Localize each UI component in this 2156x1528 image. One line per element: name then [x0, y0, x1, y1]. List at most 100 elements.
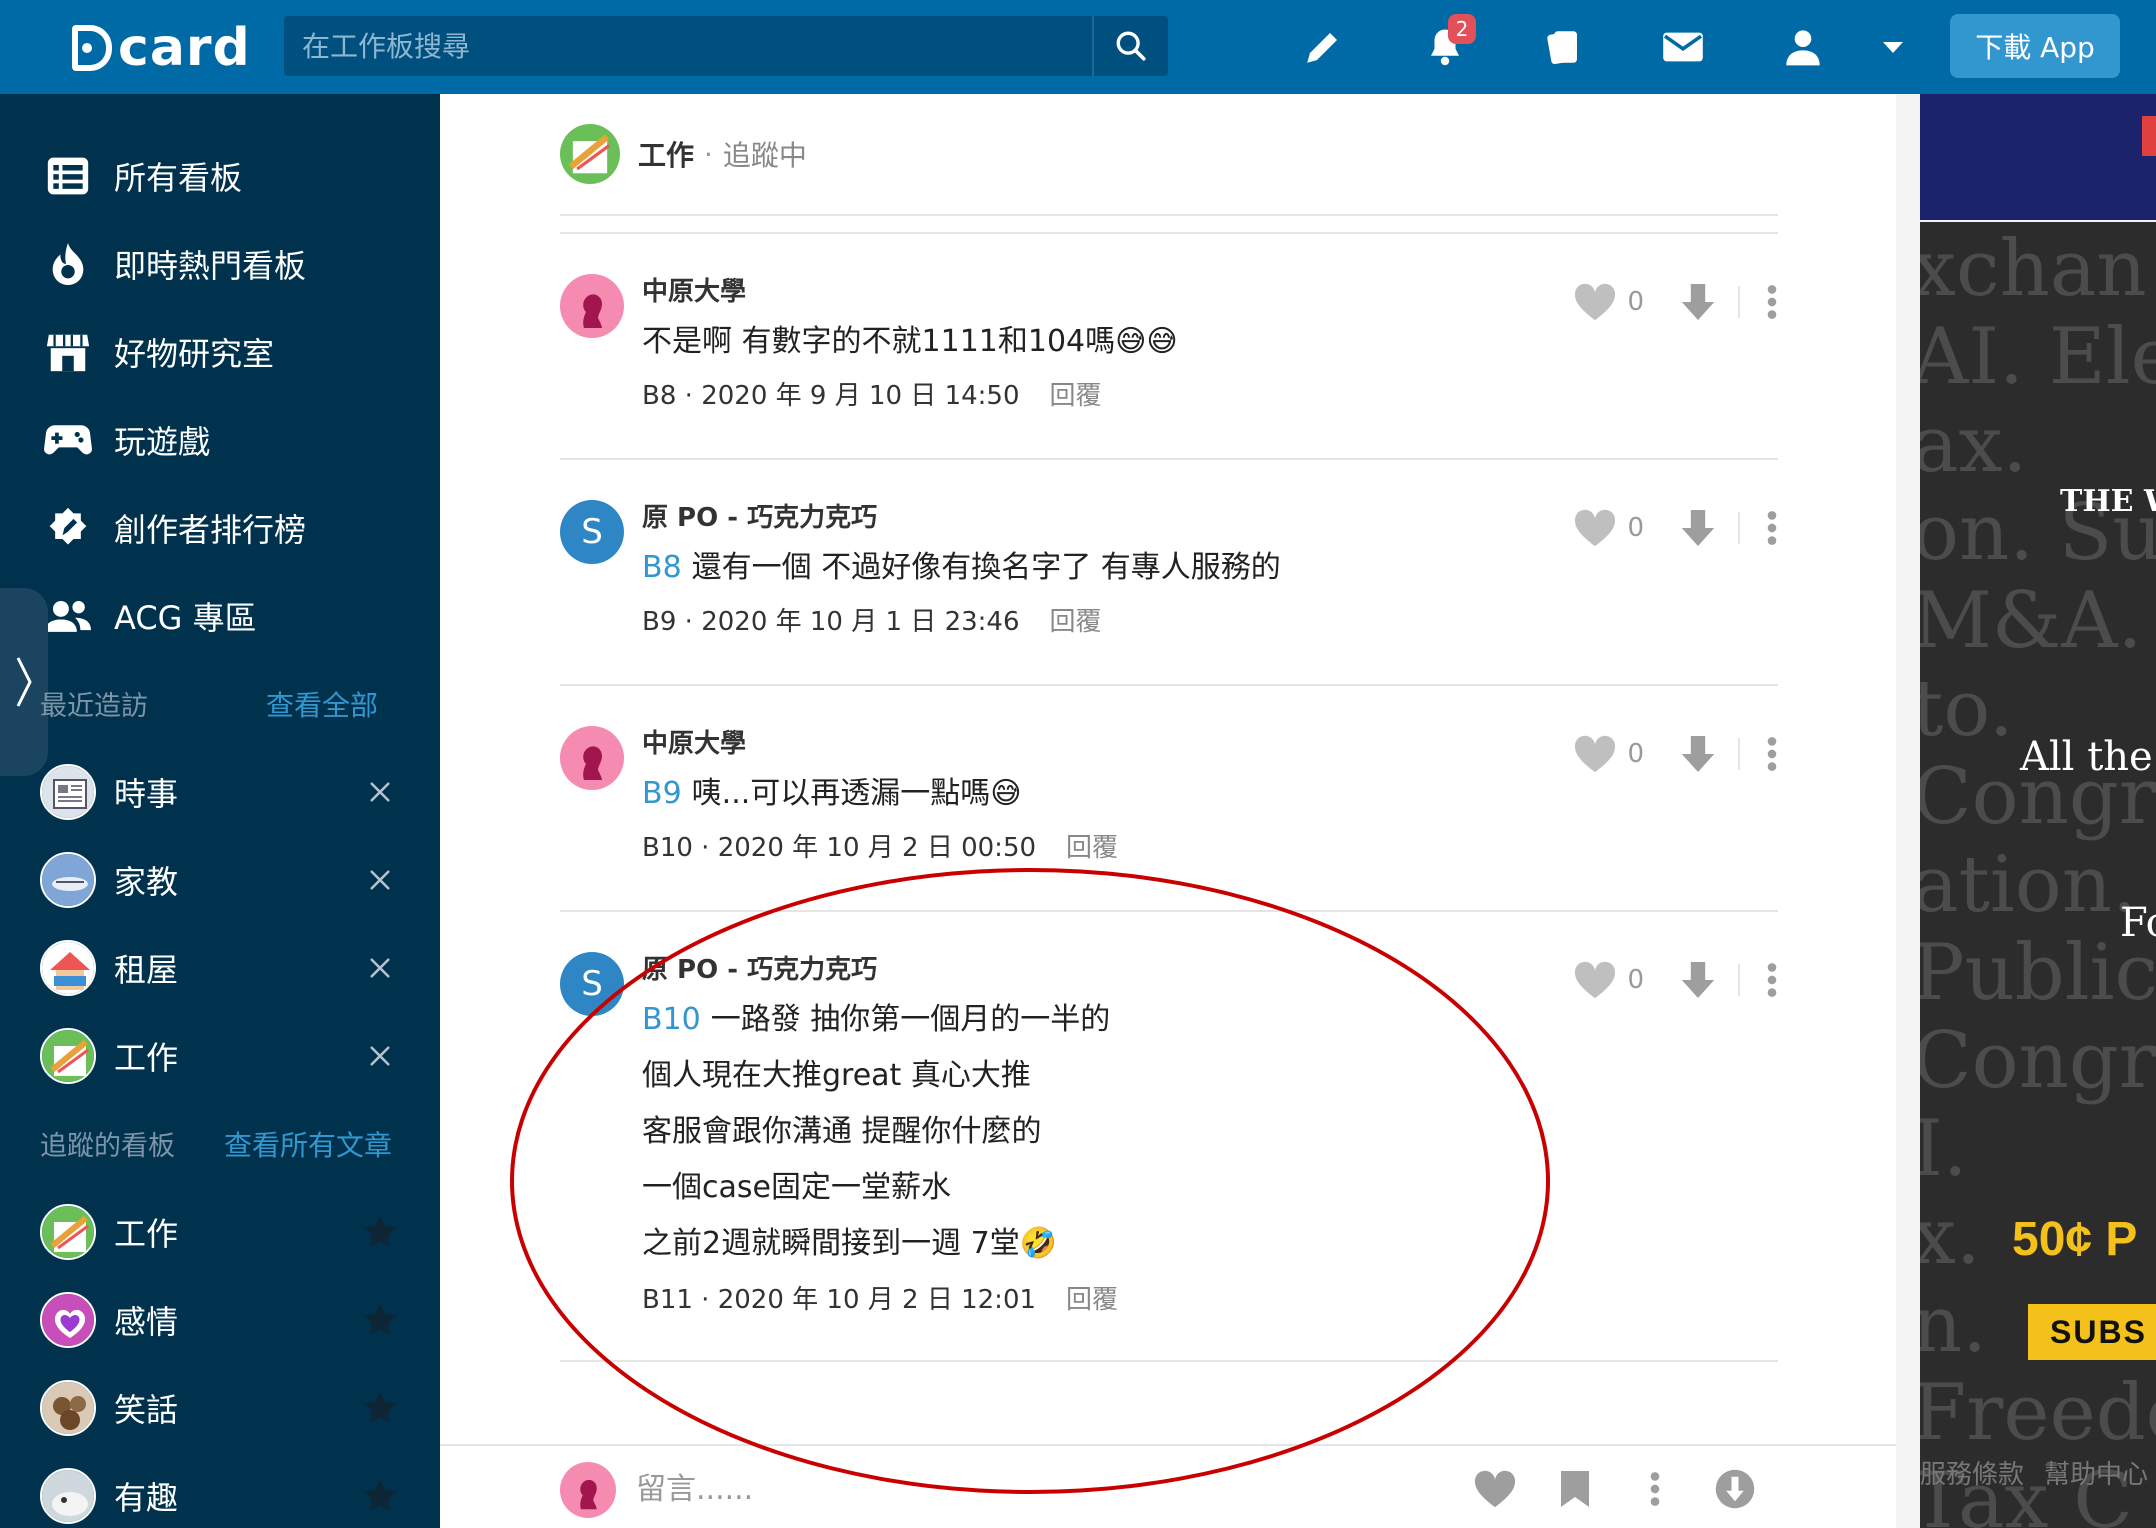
avatar-female[interactable] [560, 274, 624, 338]
search-input[interactable] [284, 16, 1092, 76]
avatar-letter-s[interactable]: S [560, 500, 624, 564]
comment-item: S 原 PO - 巧克力克巧 B8 還有一個 不過好像有換名字了 有專人服務的 B… [560, 500, 1778, 720]
write-post-button[interactable] [1298, 22, 1348, 72]
comment-meta: B10 · 2020 年 10 月 2 日 00:50 回覆 [642, 833, 1119, 863]
close-icon[interactable] [360, 1036, 400, 1076]
comment-date: 2020 年 10 月 2 日 12:01 [717, 1285, 1037, 1315]
comment-author[interactable]: 原 PO - 巧克力克巧 [642, 500, 877, 536]
recent-board-item[interactable]: 工作 [40, 1026, 400, 1086]
view-all-recent-link[interactable]: 查看全部 [266, 684, 378, 724]
recent-board-item[interactable]: 時事 [40, 762, 400, 822]
sidebar-item-games[interactable]: 玩遊戲 [44, 410, 210, 470]
downvote-icon[interactable] [1680, 960, 1716, 1000]
sidebar-item-all-boards[interactable]: 所有看板 [44, 146, 242, 206]
divider [560, 232, 1778, 234]
bookmark-icon [1561, 1471, 1589, 1507]
action-divider [1738, 738, 1740, 770]
help-center-link[interactable]: 幫助中心 [2044, 1460, 2148, 1490]
star-icon[interactable] [360, 1476, 400, 1516]
search-button[interactable] [1092, 16, 1168, 76]
comment-author[interactable]: 中原大學 [642, 726, 746, 762]
mail-icon [1663, 32, 1703, 62]
terms-link[interactable]: 服務條款 [1920, 1460, 2024, 1490]
followed-board-item[interactable]: 有趣 [40, 1466, 400, 1526]
heart-icon[interactable] [1573, 960, 1617, 1000]
comment-author[interactable]: 中原大學 [642, 274, 746, 310]
list-icon [44, 152, 92, 200]
follow-status[interactable]: 追蹤中 [723, 134, 807, 174]
forum-avatar[interactable] [560, 124, 620, 184]
board-avatar [40, 852, 96, 908]
like-post-button[interactable] [1470, 1464, 1520, 1514]
forum-name[interactable]: 工作 [638, 134, 694, 174]
ad-text-line: xchan [1920, 224, 2147, 314]
cards-button[interactable] [1538, 22, 1588, 72]
comment-input[interactable] [636, 1464, 1236, 1514]
downvote-icon[interactable] [1680, 282, 1716, 322]
board-avatar [40, 1468, 96, 1524]
dcard-logo[interactable]: card [72, 18, 251, 78]
view-all-posts-link[interactable]: 查看所有文章 [224, 1124, 392, 1164]
sidebar: 所有看板 即時熱門看板 好物研究室 玩遊戲 創作者排行榜 ACG 專區 最近造訪… [0, 94, 440, 1528]
sidebar-item-creator-ranking[interactable]: 創作者排行榜 [44, 498, 306, 558]
comment-floor: B11 [642, 1285, 693, 1315]
close-icon[interactable] [360, 860, 400, 900]
sidebar-item-label: 即時熱門看板 [114, 247, 307, 285]
followed-board-item[interactable]: 感情 [40, 1290, 400, 1350]
ad-banner-top [1920, 94, 2156, 220]
comment-text: B10 一路發 抽你第一個月的一半的 [642, 998, 1110, 1042]
sidebar-collapse-toggle[interactable] [0, 588, 48, 776]
ad-text-line: AI. Ele [1920, 312, 2156, 402]
post-options-button[interactable] [1630, 1464, 1680, 1514]
followed-board-item[interactable]: 工作 [40, 1202, 400, 1262]
reply-button[interactable]: 回覆 [1050, 381, 1102, 411]
followed-board-item[interactable]: 笑話 [40, 1378, 400, 1438]
comment-floor: B10 [642, 833, 693, 863]
avatar-female[interactable] [560, 726, 624, 790]
heart-icon[interactable] [1573, 508, 1617, 548]
ad-subscribe-button[interactable]: SUBS [2028, 1304, 2156, 1360]
comment-line: 還有一個 不過好像有換名字了 有專人服務的 [691, 550, 1281, 585]
close-icon[interactable] [360, 948, 400, 988]
comment-meta: B8 · 2020 年 9 月 10 日 14:50 回覆 [642, 381, 1102, 411]
avatar-letter-s[interactable]: S [560, 952, 624, 1016]
sidebar-item-acg[interactable]: ACG 專區 [44, 586, 257, 646]
reply-button[interactable]: 回覆 [1066, 833, 1118, 863]
notifications-button[interactable]: 2 [1420, 14, 1476, 72]
profile-button[interactable] [1778, 22, 1828, 72]
comment-author[interactable]: 原 PO - 巧克力克巧 [642, 952, 877, 988]
sidebar-item-goods-lab[interactable]: 好物研究室 [44, 322, 274, 382]
sidebar-item-hot-boards[interactable]: 即時熱門看板 [44, 234, 306, 294]
downvote-icon[interactable] [1680, 734, 1716, 774]
floor-reference-link[interactable]: B10 [642, 1002, 701, 1037]
star-icon[interactable] [360, 1212, 400, 1252]
recent-board-item[interactable]: 家教 [40, 850, 400, 910]
action-divider [1738, 512, 1740, 544]
close-icon[interactable] [360, 772, 400, 812]
bookmark-button[interactable] [1550, 1464, 1600, 1514]
floor-reference-link[interactable]: B9 [642, 776, 682, 811]
recent-board-item[interactable]: 租屋 [40, 938, 400, 998]
comment-date: 2020 年 9 月 10 日 14:50 [701, 381, 1020, 411]
download-app-button[interactable]: 下載 App [1950, 14, 2120, 78]
reply-button[interactable]: 回覆 [1066, 1285, 1118, 1315]
heart-icon[interactable] [1573, 282, 1617, 322]
downvote-icon[interactable] [1680, 508, 1716, 548]
account-menu-toggle[interactable] [1868, 22, 1918, 72]
star-icon[interactable] [360, 1388, 400, 1428]
star-icon[interactable] [360, 1300, 400, 1340]
logo-text: card [118, 18, 251, 78]
scroll-down-button[interactable] [1710, 1464, 1760, 1514]
advertisement[interactable]: xchan AI. Ele ax. on. Sus M&A. to. Congr… [1896, 94, 2156, 1528]
ad-red-mark [2142, 116, 2156, 156]
messages-button[interactable] [1658, 22, 1708, 72]
more-options-icon[interactable] [1766, 736, 1778, 772]
floor-reference-link[interactable]: B8 [642, 550, 682, 585]
reply-button[interactable]: 回覆 [1050, 607, 1102, 637]
more-options-icon[interactable] [1766, 510, 1778, 546]
ad-newspaper-image: xchan AI. Ele ax. on. Sus M&A. to. Congr… [1920, 222, 2156, 1528]
more-options-icon[interactable] [1766, 284, 1778, 320]
action-divider [1738, 286, 1740, 318]
more-options-icon[interactable] [1766, 962, 1778, 998]
heart-icon[interactable] [1573, 734, 1617, 774]
